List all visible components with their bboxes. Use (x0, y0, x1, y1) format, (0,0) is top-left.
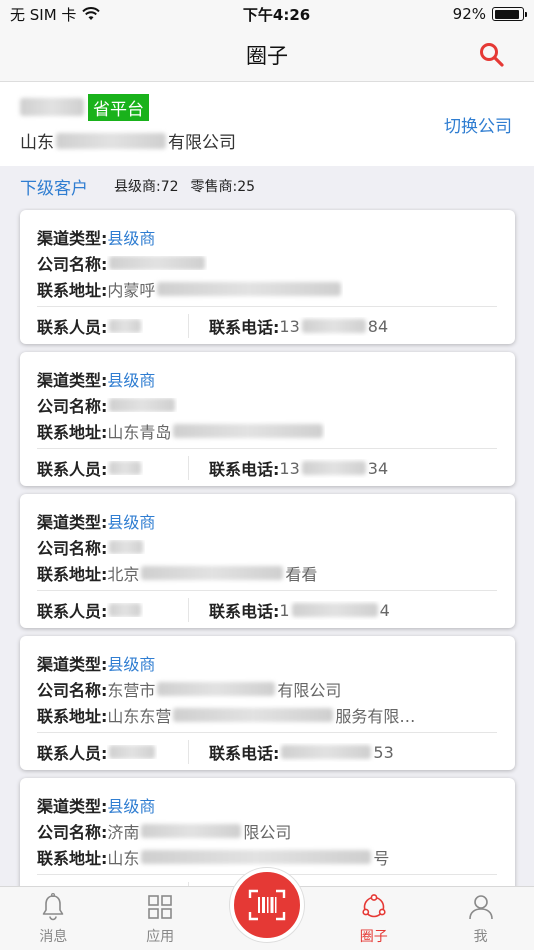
platform-badge: 省平台 (88, 93, 149, 121)
person-icon (468, 895, 493, 920)
bell-icon (43, 893, 64, 921)
redacted-phone (291, 603, 378, 617)
redacted-company-name (56, 132, 166, 149)
client-card[interactable]: 渠道类型: 县级商 公司名称: 联系地址: 内蒙呼 联系人员: 联系电话: 13 84 (20, 210, 515, 344)
client-card[interactable]: 渠道类型: 县级商 公司名称: 联系地址: 北京 看看 联系人员: 联系电话: 1 4 (20, 494, 515, 628)
redacted-address (141, 566, 284, 580)
subordinate-clients-tab[interactable]: 下级客户 (20, 174, 88, 199)
channel-type: 县级商 (107, 229, 156, 248)
tab-circle[interactable]: 圈子 (320, 887, 427, 950)
client-list[interactable]: 渠道类型: 县级商 公司名称: 联系地址: 内蒙呼 联系人员: 联系电话: 13 84 … (0, 208, 534, 886)
subordinate-header: 下级客户 县级商:72 零售商:25 (0, 166, 534, 206)
redacted-address (173, 708, 334, 722)
redacted-address (173, 424, 324, 438)
page-title: 圈子 (246, 43, 288, 68)
clock: 下午4:26 (242, 5, 311, 24)
company-text: 济南 (107, 823, 140, 842)
company-name: 山东 有限公司 (20, 132, 236, 153)
redacted-contact (109, 319, 142, 333)
circle-network-icon (362, 894, 386, 918)
redacted-company (141, 824, 242, 838)
redacted-company (109, 398, 176, 412)
tab-me[interactable]: 我 (427, 887, 534, 950)
redacted-contact (109, 745, 156, 759)
wifi-icon (82, 7, 101, 20)
channel-type: 县级商 (107, 371, 156, 390)
address-text: 山东东营 (107, 707, 172, 726)
scan-icon (248, 889, 286, 921)
address-text: 山东 (107, 849, 140, 868)
channel-type: 县级商 (107, 797, 156, 816)
redacted-company (109, 256, 206, 270)
redacted-company (157, 682, 276, 696)
address-text: 北京 (107, 565, 140, 584)
scan-button[interactable] (230, 868, 304, 942)
county-dealer-count: 县级商:72 (114, 179, 179, 195)
carrier-label: 无 SIM 卡 (10, 5, 77, 24)
redacted-address (141, 850, 372, 864)
switch-company-link[interactable]: 切换公司 (444, 112, 512, 137)
channel-type: 县级商 (107, 513, 156, 532)
tab-apps[interactable]: 应用 (107, 887, 214, 950)
status-bar: 无 SIM 卡 下午4:26 92% (0, 0, 534, 28)
battery-percent: 92% (452, 5, 486, 23)
redacted-company (109, 540, 144, 554)
search-icon[interactable] (478, 41, 506, 69)
redacted-user-name (20, 98, 84, 116)
redacted-contact (109, 461, 142, 475)
redacted-address (157, 282, 342, 296)
address-text: 内蒙呼 (107, 281, 156, 300)
redacted-contact (109, 603, 142, 617)
channel-type: 县级商 (107, 655, 156, 674)
address-text: 山东青岛 (107, 423, 172, 442)
retailer-count: 零售商:25 (190, 179, 256, 195)
redacted-phone (281, 745, 372, 759)
redacted-phone (301, 461, 366, 475)
redacted-phone (301, 319, 366, 333)
battery-icon (492, 7, 527, 21)
grid-icon (148, 895, 172, 919)
company-text: 东营市 (107, 681, 156, 700)
client-card[interactable]: 渠道类型: 县级商 公司名称: 东营市 有限公司 联系地址: 山东东营 服务有限… 联系人… (20, 636, 515, 770)
tab-messages[interactable]: 消息 (0, 887, 107, 950)
company-panel: 省平台 山东 有限公司 切换公司 (0, 82, 534, 166)
client-card[interactable]: 渠道类型: 县级商 公司名称: 联系地址: 山东青岛 联系人员: 联系电话: 13 34 (20, 352, 515, 486)
nav-bar: 圈子 (0, 28, 534, 82)
